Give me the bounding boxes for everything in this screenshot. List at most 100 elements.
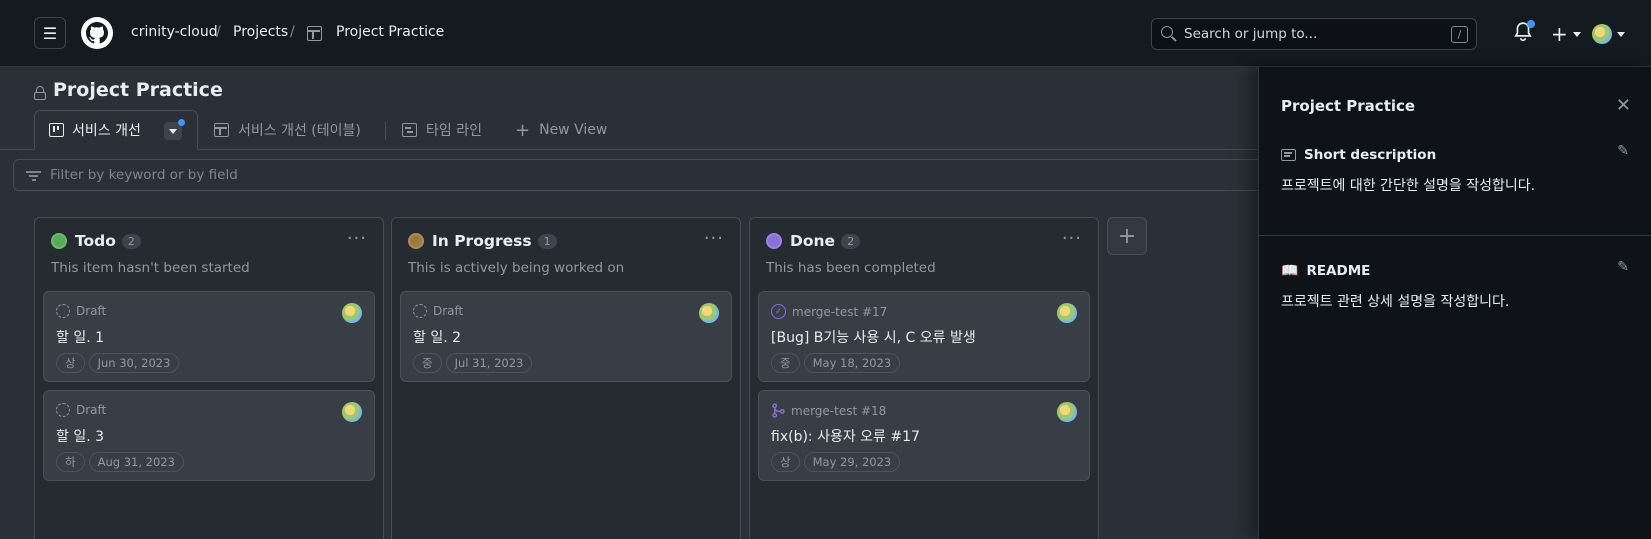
draft-icon [56, 403, 70, 417]
board-card[interactable]: Draft 할 일. 3 하 Aug 31, 2023 [43, 390, 375, 481]
book-icon: 📖 [1281, 263, 1299, 279]
column-description: This is actively being worked on [408, 260, 625, 276]
notification-dot [1527, 20, 1535, 28]
table-icon [214, 123, 229, 137]
panel-title: Project Practice [1281, 97, 1416, 115]
column-title: Done [790, 232, 836, 250]
board-card[interactable]: Draft 할 일. 2 중 Jul 31, 2023 [400, 291, 732, 382]
plus-icon: + [1551, 22, 1568, 46]
board-column-in-progress: In Progress 1 ··· This is actively being… [391, 217, 741, 539]
column-description: This has been completed [766, 260, 936, 276]
board-card[interactable]: merge-test #18 fix(b): 사용자 오류 #17 상 May 2… [758, 390, 1090, 481]
tab-label: 서비스 개선 [72, 123, 141, 139]
add-column-button[interactable]: + [1107, 217, 1147, 255]
tab-timeline-view[interactable]: 타임 라인 [402, 110, 482, 150]
board-card[interactable]: Draft 할 일. 1 상 Jun 30, 2023 [43, 291, 375, 382]
assignee-avatar[interactable] [699, 303, 719, 323]
section-label: README [1306, 263, 1371, 279]
project-details-panel: Project Practice ✕ Short description ✎ 프… [1258, 67, 1651, 539]
git-merge-icon [772, 403, 785, 418]
caret-down-icon [1572, 31, 1581, 37]
column-description: This item hasn't been started [51, 260, 250, 276]
breadcrumb-separator: / [216, 24, 221, 40]
tab-label: 서비스 개선 (테이블) [238, 123, 361, 139]
board-column-done: Done 2 ··· This has been completed ✓ merg… [749, 217, 1099, 539]
breadcrumb-projects[interactable]: Projects [233, 24, 288, 40]
tab-table-view[interactable]: 서비스 개선 (테이블) [214, 110, 361, 150]
menu-button[interactable]: ☰ [34, 17, 66, 49]
user-menu-button[interactable] [1592, 23, 1625, 45]
filter-icon [26, 170, 41, 182]
readme-text: 프로젝트 관련 상세 설명을 작성합니다. [1281, 294, 1510, 310]
board-icon [49, 123, 64, 137]
card-title[interactable]: 할 일. 2 [413, 327, 461, 347]
date-label: May 29, 2023 [803, 452, 901, 472]
filter-input[interactable]: Filter by keyword or by field [13, 159, 1264, 191]
create-new-button[interactable]: + [1551, 23, 1581, 45]
check-circle-icon: ✓ [771, 304, 786, 319]
assignee-avatar[interactable] [342, 303, 362, 323]
card-kind: Draft [433, 304, 464, 318]
search-input[interactable]: Search or jump to... / [1151, 18, 1477, 50]
new-view-button[interactable]: + New View [515, 110, 607, 150]
assignee-avatar[interactable] [1057, 303, 1077, 323]
column-menu-button[interactable]: ··· [347, 228, 367, 249]
search-shortcut-key: / [1451, 26, 1468, 43]
breadcrumb-project[interactable]: Project Practice [336, 24, 444, 40]
unsaved-indicator [178, 119, 185, 126]
board-column-todo: Todo 2 ··· This item hasn't been started… [34, 217, 384, 539]
pencil-icon[interactable]: ✎ [1617, 143, 1629, 159]
priority-label: 하 [56, 452, 85, 472]
breadcrumb-separator: / [290, 24, 295, 40]
column-count: 2 [121, 233, 141, 249]
priority-label: 상 [56, 353, 85, 373]
tab-label: 타임 라인 [426, 123, 482, 139]
card-title[interactable]: fix(b): 사용자 오류 #17 [771, 426, 920, 446]
filter-placeholder: Filter by keyword or by field [50, 167, 238, 183]
pencil-icon[interactable]: ✎ [1617, 259, 1629, 275]
tab-label: New View [539, 122, 608, 138]
card-title[interactable]: 할 일. 3 [56, 426, 104, 446]
search-placeholder: Search or jump to... [1184, 26, 1318, 42]
github-logo-icon[interactable] [81, 17, 113, 49]
page-title: Project Practice [53, 79, 223, 101]
column-title: In Progress [432, 232, 532, 250]
readme-heading: 📖 README [1281, 263, 1370, 279]
card-title[interactable]: 할 일. 1 [56, 327, 104, 347]
caret-down-icon [1617, 31, 1625, 37]
date-label: Jun 30, 2023 [88, 353, 180, 373]
draft-icon [56, 304, 70, 318]
card-kind: merge-test #18 [791, 403, 887, 418]
note-icon [1281, 149, 1296, 161]
avatar [1592, 24, 1612, 44]
short-description-heading: Short description [1281, 147, 1436, 163]
card-kind: Draft [76, 304, 107, 318]
column-count: 1 [537, 233, 557, 249]
column-menu-button[interactable]: ··· [1062, 228, 1082, 249]
tab-board-view[interactable]: 서비스 개선 [34, 110, 198, 150]
board-card[interactable]: ✓ merge-test #17 [Bug] B기능 사용 시, C 오류 발생 … [758, 291, 1090, 382]
card-kind: merge-test #17 [792, 304, 888, 319]
lock-icon [34, 86, 46, 100]
section-label: Short description [1304, 147, 1437, 163]
notifications-button[interactable] [1514, 20, 1535, 44]
caret-down-icon [169, 128, 177, 134]
short-description-text: 프로젝트에 대한 간단한 설명을 작성합니다. [1281, 178, 1536, 194]
top-header: ☰ crinity-cloud / Projects / Project Pra… [0, 0, 1651, 67]
hamburger-icon: ☰ [42, 23, 58, 43]
status-dot [51, 233, 67, 249]
divider [1259, 235, 1651, 236]
tab-divider [385, 122, 386, 140]
date-label: Aug 31, 2023 [88, 452, 184, 472]
date-label: May 18, 2023 [803, 353, 901, 373]
assignee-avatar[interactable] [342, 402, 362, 422]
column-menu-button[interactable]: ··· [704, 228, 724, 249]
priority-label: 중 [771, 353, 800, 373]
close-icon[interactable]: ✕ [1616, 95, 1631, 116]
card-title[interactable]: [Bug] B기능 사용 시, C 오류 발생 [771, 327, 976, 347]
timeline-icon [402, 123, 417, 137]
card-kind: Draft [76, 403, 107, 417]
breadcrumb-org[interactable]: crinity-cloud [131, 24, 218, 40]
date-label: Jul 31, 2023 [445, 353, 533, 373]
assignee-avatar[interactable] [1057, 402, 1077, 422]
